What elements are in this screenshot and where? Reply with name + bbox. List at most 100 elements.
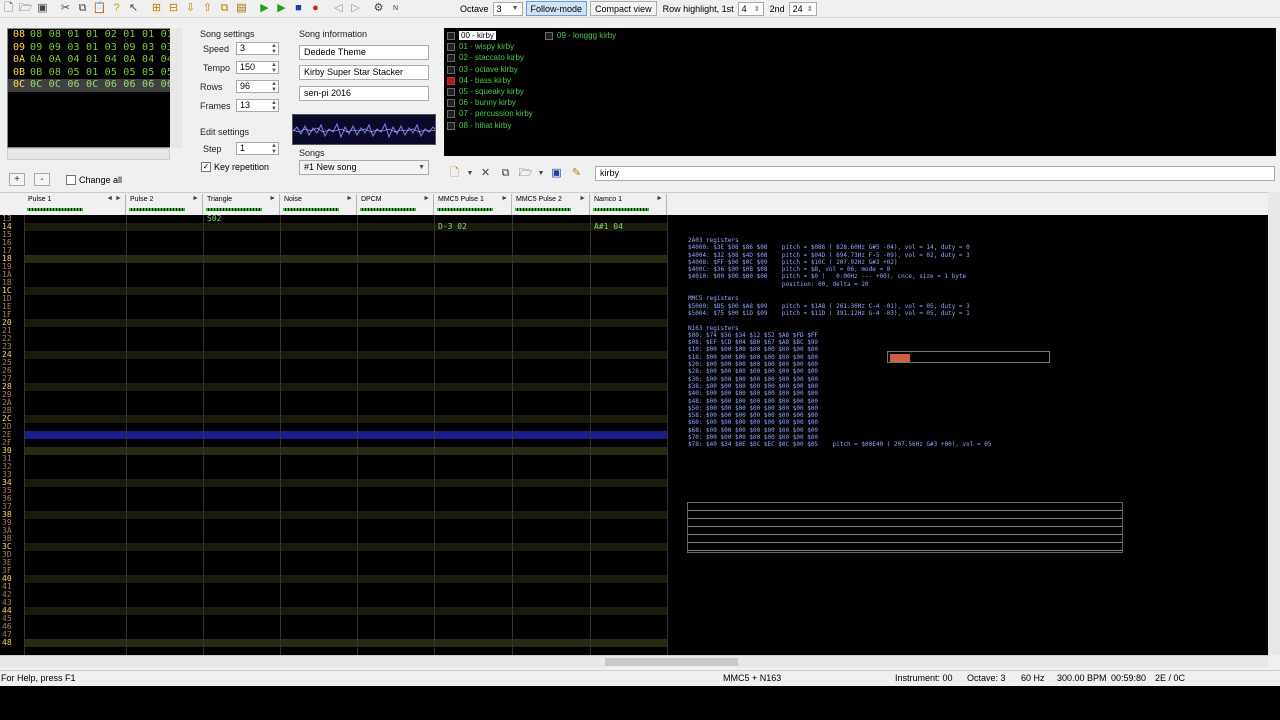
instrument-item[interactable]: 05 - squeaky kirby bbox=[446, 86, 524, 97]
pattern-editor[interactable]: 13 14 15 16 17 18 19 1A 1B 1C 1D 1E 1F 20 21 22 23 24 25 26… bbox=[0, 215, 1268, 655]
spin-arrows-icon[interactable]: ▲ ▼ bbox=[271, 81, 277, 93]
pattern-row[interactable] bbox=[24, 639, 667, 647]
channel-header[interactable]: Triangle ► bbox=[203, 194, 280, 215]
instrument-item[interactable]: 07 - percussion kirby bbox=[446, 108, 533, 119]
pattern-vscrollbar[interactable] bbox=[1268, 192, 1280, 655]
channel-arrow-icon[interactable]: ► bbox=[579, 195, 586, 202]
new-file-icon[interactable]: 🗋 bbox=[0, 1, 17, 17]
save-icon[interactable]: ▣ bbox=[34, 1, 51, 17]
spin-arrows-icon[interactable]: ▲ ▼ bbox=[271, 100, 277, 112]
pattern-row[interactable] bbox=[24, 247, 667, 255]
pattern-row[interactable] bbox=[24, 479, 667, 487]
channel-header[interactable]: DPCM ► bbox=[357, 194, 434, 215]
spin-arrows-icon[interactable]: ▲ ▼ bbox=[271, 143, 277, 155]
spin-arrows-icon[interactable]: ▲ ▼ bbox=[271, 43, 277, 55]
pattern-row[interactable] bbox=[24, 559, 667, 567]
next-song-icon[interactable]: ▷ bbox=[347, 1, 364, 17]
channel-arrow-icon[interactable]: ► bbox=[346, 195, 353, 202]
pattern-row[interactable] bbox=[24, 303, 667, 311]
key-repetition-checkbox[interactable]: ✓ Key repetition bbox=[201, 162, 269, 172]
frame-row[interactable]: 09 09 09 03 01 03 09 03 03 bbox=[8, 42, 176, 55]
pattern-row[interactable] bbox=[24, 375, 667, 383]
tempo-spinner[interactable]: 150 ▲ ▼ bbox=[236, 61, 279, 74]
pattern-row[interactable] bbox=[24, 567, 667, 575]
pattern-row[interactable] bbox=[24, 439, 667, 447]
spin-arrows-icon[interactable]: ⇕ bbox=[754, 5, 760, 13]
pattern-row[interactable] bbox=[24, 535, 667, 543]
change-all-checkbox[interactable]: Change all bbox=[66, 175, 122, 185]
add-frame-button[interactable]: + bbox=[9, 173, 25, 186]
pattern-row[interactable] bbox=[24, 527, 667, 535]
settings-icon[interactable]: ⚙ bbox=[370, 1, 387, 17]
channel-arrow-icon[interactable]: ► bbox=[269, 195, 276, 202]
duplicate-frame-icon[interactable]: ⧉ bbox=[216, 1, 233, 17]
channel-arrow-icon[interactable]: ► bbox=[656, 195, 663, 202]
edit-instrument-icon[interactable]: ✎ bbox=[568, 165, 585, 181]
spin-arrows-icon[interactable]: ⇕ bbox=[807, 5, 813, 13]
instrument-item[interactable]: 08 - hihat kirby bbox=[446, 120, 511, 131]
pattern-row[interactable] bbox=[24, 487, 667, 495]
copy-icon[interactable]: ⧉ bbox=[74, 1, 91, 17]
frames-spinner[interactable]: 13 ▲ ▼ bbox=[236, 99, 279, 112]
pattern-row[interactable] bbox=[24, 255, 667, 263]
instrument-name-field[interactable]: kirby bbox=[595, 166, 1275, 181]
frame-values[interactable]: 0B 08 05 01 05 05 05 05 bbox=[30, 67, 173, 80]
instrument-item[interactable]: 06 - bunny kirby bbox=[446, 97, 516, 108]
step-spinner[interactable]: 1 ▲ ▼ bbox=[236, 142, 279, 155]
pattern-hscrollbar[interactable] bbox=[0, 655, 1268, 667]
pattern-row[interactable] bbox=[24, 231, 667, 239]
channel-header[interactable]: Namco 1 ► bbox=[590, 194, 667, 215]
pattern-cell[interactable]: D-3 02 bbox=[438, 223, 467, 231]
pattern-row[interactable] bbox=[24, 423, 667, 431]
pattern-row[interactable] bbox=[24, 287, 667, 295]
pattern-row[interactable] bbox=[24, 583, 667, 591]
pattern-row[interactable] bbox=[24, 431, 667, 439]
channel-header[interactable]: Noise ► bbox=[280, 194, 357, 215]
channel-arrow-icon[interactable]: ► bbox=[423, 195, 430, 202]
row-highlight-1st-spinner[interactable]: 4 ⇕ bbox=[737, 1, 764, 16]
load-instrument-icon[interactable]: 🗁 bbox=[517, 165, 534, 181]
pattern-row[interactable] bbox=[24, 391, 667, 399]
cut-icon[interactable]: ✂ bbox=[57, 1, 74, 17]
channel-header[interactable]: Pulse 2 ► bbox=[126, 194, 203, 215]
instrument-item[interactable]: 02 - staccato kirby bbox=[446, 52, 524, 63]
row-highlight-2nd-spinner[interactable]: 24 ⇕ bbox=[788, 1, 817, 16]
octave-select[interactable]: 3 ▼ bbox=[492, 1, 523, 16]
pattern-row[interactable] bbox=[24, 591, 667, 599]
move-frame-up-icon[interactable]: ⇧ bbox=[199, 1, 216, 17]
instrument-item[interactable]: 04 - bass kirby bbox=[446, 75, 511, 86]
pattern-row[interactable] bbox=[24, 311, 667, 319]
pattern-row[interactable] bbox=[24, 271, 667, 279]
song-name-field[interactable]: Dedede Theme bbox=[299, 45, 429, 60]
speed-spinner[interactable]: 3 ▲ ▼ bbox=[236, 42, 279, 55]
song-select[interactable]: #1 New song ▼ bbox=[299, 160, 429, 175]
pattern-row[interactable] bbox=[24, 631, 667, 639]
pattern-row[interactable] bbox=[24, 463, 667, 471]
pattern-row[interactable] bbox=[24, 407, 667, 415]
about-icon[interactable]: N bbox=[387, 1, 404, 17]
pattern-row[interactable] bbox=[24, 399, 667, 407]
spin-arrows-icon[interactable]: ▲ ▼ bbox=[271, 62, 277, 74]
instrument-item[interactable]: 01 - wispy kirby bbox=[446, 41, 514, 52]
pattern-row[interactable] bbox=[24, 367, 667, 375]
channel-header[interactable]: MMC5 Pulse 2 ► bbox=[512, 194, 590, 215]
pattern-row[interactable] bbox=[24, 543, 667, 551]
pattern-cell[interactable]: A#1 04 bbox=[594, 223, 623, 231]
checkbox-box[interactable] bbox=[66, 175, 76, 185]
pattern-row[interactable] bbox=[24, 335, 667, 343]
pattern-cell[interactable]: S02 bbox=[207, 215, 221, 223]
prev-song-icon[interactable]: ◁ bbox=[330, 1, 347, 17]
pattern-row[interactable] bbox=[24, 383, 667, 391]
move-frame-down-icon[interactable]: ⇩ bbox=[182, 1, 199, 17]
pattern-row[interactable] bbox=[24, 511, 667, 519]
frame-values[interactable]: 09 09 03 01 03 09 03 03 bbox=[30, 42, 173, 55]
paste-icon[interactable]: 📋 bbox=[91, 1, 108, 17]
pattern-row[interactable] bbox=[24, 351, 667, 359]
pattern-row[interactable] bbox=[24, 327, 667, 335]
channel-header[interactable]: MMC5 Pulse 1 ► bbox=[434, 194, 512, 215]
remove-instrument-icon[interactable]: ✕ bbox=[477, 165, 494, 181]
pattern-row[interactable] bbox=[24, 343, 667, 351]
pattern-row[interactable] bbox=[24, 615, 667, 623]
pattern-row[interactable] bbox=[24, 415, 667, 423]
follow-mode-button[interactable]: Follow-mode bbox=[525, 1, 588, 16]
